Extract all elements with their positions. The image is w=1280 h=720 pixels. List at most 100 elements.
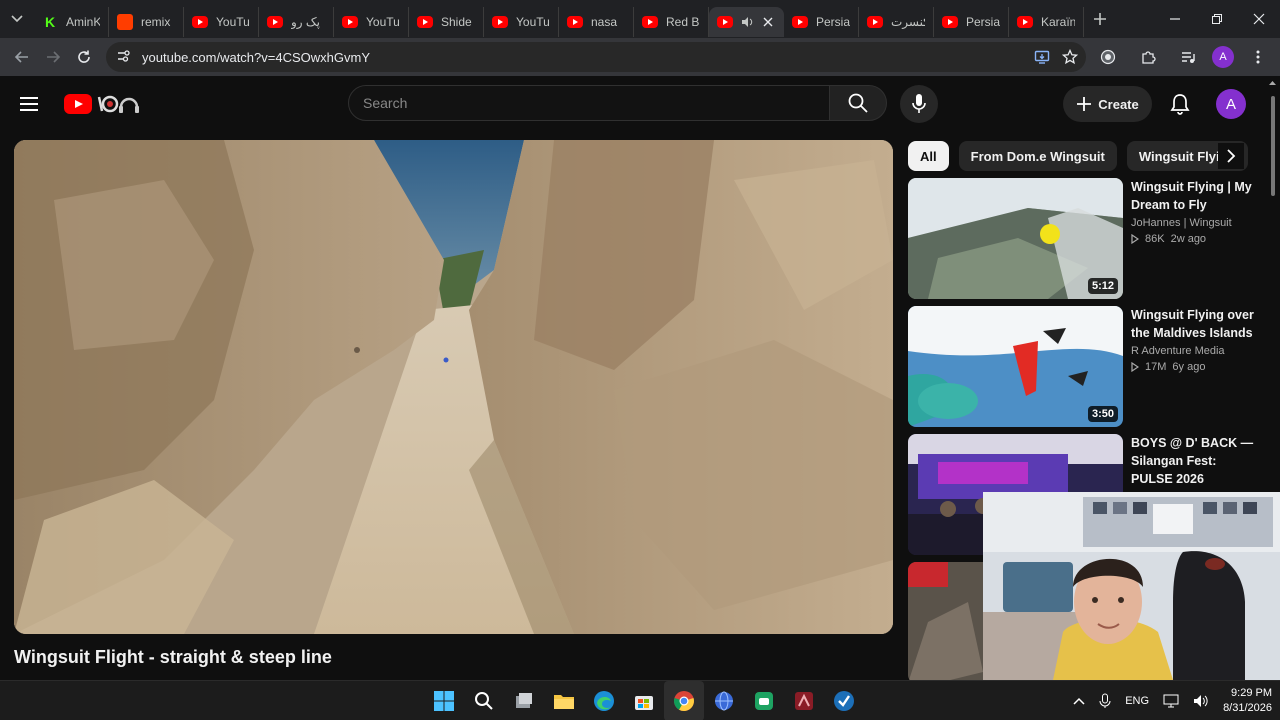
plus-icon xyxy=(1094,13,1106,25)
webcam-overlay xyxy=(983,492,1280,680)
video-meta: 17M 6y ago xyxy=(1131,361,1258,373)
video-thumbnail[interactable]: 3:50 xyxy=(908,306,1123,427)
media-control-button[interactable] xyxy=(1172,41,1204,73)
recommended-video[interactable]: 5:12 Wingsuit Flying | My Dream to Fly J… xyxy=(908,178,1258,300)
extension-button[interactable] xyxy=(1092,41,1124,73)
app-check-icon xyxy=(834,691,854,711)
filter-chip[interactable]: From Dom.e Wingsuit xyxy=(958,141,1117,171)
file-explorer-button[interactable] xyxy=(544,681,584,720)
view-count: 86K xyxy=(1145,233,1165,245)
notifications-button[interactable] xyxy=(1166,90,1194,118)
tab-search-button[interactable] xyxy=(0,0,34,38)
browser-tab[interactable]: nasa xyxy=(559,7,634,37)
address-bar[interactable]: youtube.com/watch?v=4CSOwxhGvmY xyxy=(106,42,1086,72)
close-window-button[interactable] xyxy=(1238,0,1280,38)
minimize-icon xyxy=(1170,18,1180,20)
browser-tab[interactable]: YouTu xyxy=(184,7,259,37)
reload-button[interactable] xyxy=(69,41,100,73)
scrollbar-thumb[interactable] xyxy=(1271,96,1275,196)
close-icon xyxy=(1253,13,1265,25)
youtube-icon xyxy=(1017,14,1033,30)
browser-tab[interactable]: Red Bu xyxy=(634,7,709,37)
puzzle-icon xyxy=(1142,51,1156,64)
bookmark-star-icon[interactable] xyxy=(1061,49,1078,65)
search-button[interactable] xyxy=(829,85,887,121)
restore-icon xyxy=(1212,14,1222,24)
browser-tab[interactable]: پک رو xyxy=(259,7,334,37)
recommended-video-title[interactable]: Wingsuit Flying | My Dream to Fly xyxy=(1131,178,1258,214)
microphone-icon[interactable] xyxy=(1099,693,1111,709)
chrome-icon xyxy=(674,691,694,712)
browser-profile-avatar[interactable]: A xyxy=(1211,46,1234,68)
forward-button[interactable] xyxy=(37,41,68,73)
browser-tab[interactable]: Karaïn xyxy=(1009,7,1084,37)
plus-icon xyxy=(1077,97,1092,111)
scroll-up-arrow-icon[interactable] xyxy=(1265,77,1280,89)
search-input[interactable] xyxy=(363,95,829,111)
task-view-button[interactable] xyxy=(504,681,544,720)
browser-tab[interactable]: Persia xyxy=(934,7,1009,37)
network-icon[interactable] xyxy=(1163,694,1179,708)
doodle-icon xyxy=(97,95,139,113)
tab-title: YouTu xyxy=(366,15,400,29)
store-button[interactable] xyxy=(624,681,664,720)
tab-title: YouTu xyxy=(216,15,250,29)
speaker-icon[interactable] xyxy=(1193,694,1209,708)
youtube-icon xyxy=(717,14,733,30)
taskbar-clock[interactable]: 9:29 PM 8/31/2026 xyxy=(1223,686,1272,716)
video-thumbnail[interactable]: 5:12 xyxy=(908,178,1123,299)
chips-next-button[interactable] xyxy=(1218,143,1244,169)
chrome-button[interactable] xyxy=(664,681,704,720)
minimize-button[interactable] xyxy=(1154,0,1196,38)
back-button[interactable] xyxy=(6,41,37,73)
browser-tab[interactable]: کنسرت xyxy=(859,7,934,37)
browser-tab[interactable]: remix xyxy=(109,7,184,37)
globe-app-icon xyxy=(715,691,733,711)
browser-tab[interactable]: K AminK xyxy=(34,7,109,37)
account-avatar[interactable]: A xyxy=(1216,89,1246,119)
channel-name[interactable]: JoHannes | Wingsuit xyxy=(1131,217,1258,229)
browser-tab[interactable]: Persia xyxy=(784,7,859,37)
restore-button[interactable] xyxy=(1196,0,1238,38)
channel-name[interactable]: R Adventure Media xyxy=(1131,345,1258,357)
search-icon xyxy=(475,692,493,710)
browser-tab[interactable] xyxy=(709,7,784,37)
audio-playing-icon[interactable] xyxy=(741,16,755,28)
tab-title: Red Bu xyxy=(666,15,700,29)
app-vpn-button[interactable] xyxy=(824,681,864,720)
start-button[interactable] xyxy=(424,681,464,720)
search-box[interactable] xyxy=(348,85,830,121)
create-label: Create xyxy=(1098,96,1139,112)
taskbar-search-button[interactable] xyxy=(464,681,504,720)
site-info-icon[interactable] xyxy=(114,49,132,66)
edge-button[interactable] xyxy=(584,681,624,720)
new-tab-button[interactable] xyxy=(1084,3,1116,35)
video-frame-canyon xyxy=(14,140,893,634)
video-player[interactable] xyxy=(14,140,893,634)
extensions-menu-button[interactable] xyxy=(1132,41,1164,73)
chevron-up-icon[interactable] xyxy=(1073,697,1085,705)
recommended-video-title[interactable]: Wingsuit Flying over the Maldives Island… xyxy=(1131,306,1258,342)
browser-tab[interactable]: YouTu xyxy=(484,7,559,37)
video-meta: 86K 2w ago xyxy=(1131,233,1258,245)
browser-tab[interactable]: YouTu xyxy=(334,7,409,37)
url-text[interactable]: youtube.com/watch?v=4CSOwxhGvmY xyxy=(142,50,1024,65)
tab-title: YouTu xyxy=(516,15,550,29)
install-app-icon[interactable] xyxy=(1034,49,1050,65)
youtube-logo[interactable] xyxy=(64,93,143,115)
guide-menu-button[interactable] xyxy=(20,92,44,116)
recommended-video[interactable]: 3:50 Wingsuit Flying over the Maldives I… xyxy=(908,306,1258,428)
browser-menu-button[interactable] xyxy=(1242,41,1274,73)
app-green-button[interactable] xyxy=(744,681,784,720)
filter-chip[interactable]: All xyxy=(908,141,949,171)
create-button[interactable]: Create xyxy=(1063,86,1152,122)
webcam-feed-image xyxy=(983,492,1280,680)
input-language[interactable]: ENG xyxy=(1125,695,1149,707)
app-red-button[interactable] xyxy=(784,681,824,720)
youtube-icon xyxy=(342,14,358,30)
voice-search-button[interactable] xyxy=(900,85,938,123)
browser-tab[interactable]: Shide xyxy=(409,7,484,37)
recommended-video-title[interactable]: BOYS @ D' BACK — Silangan Fest: PULSE 20… xyxy=(1131,434,1258,488)
close-tab-icon[interactable] xyxy=(763,17,773,27)
app-globe-button[interactable] xyxy=(704,681,744,720)
